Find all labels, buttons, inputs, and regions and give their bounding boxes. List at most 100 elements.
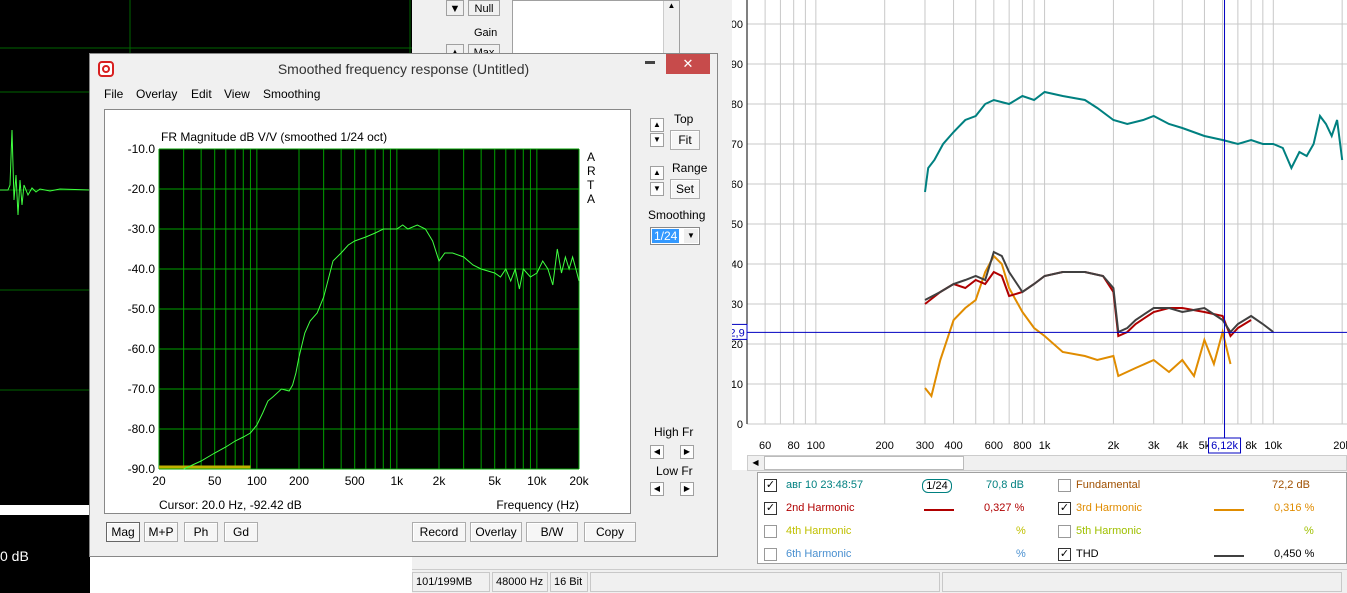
menu-smoothing[interactable]: Smoothing [263, 87, 320, 101]
menu-view[interactable]: View [224, 87, 250, 101]
x-tick-label: 10k [1264, 440, 1282, 452]
smoothed-fr-window: Smoothed frequency response (Untitled) ✕… [89, 53, 718, 557]
low-fr-left-arrow[interactable]: ◀ [650, 482, 664, 496]
y-tick-label: -70.0 [128, 382, 156, 396]
arta-letter: R [587, 164, 596, 178]
tab-mag-phase[interactable]: M+P [144, 522, 178, 542]
top-label: Top [674, 112, 694, 126]
x-tick-label: 500 [345, 474, 365, 488]
right-grid [747, 0, 1347, 425]
legend-checkbox[interactable] [764, 525, 777, 538]
scroll-thumb[interactable] [764, 456, 964, 470]
null-button[interactable]: Null [468, 0, 500, 16]
gain-label: Gain [474, 27, 498, 39]
minimize-icon[interactable]: ▬ [638, 56, 662, 72]
scroll-left-arrow[interactable]: ◀ [748, 456, 763, 470]
range-down-arrow[interactable]: ▼ [650, 182, 664, 196]
legend-checkbox[interactable] [1058, 525, 1071, 538]
x-tick-label: 10k [527, 474, 547, 488]
legend-line-swatch [924, 509, 954, 511]
smoothing-value: 1/24 [652, 229, 680, 243]
overlay-button[interactable]: Overlay [470, 522, 522, 542]
high-fr-right-arrow[interactable]: ▶ [680, 445, 694, 459]
legend-smoothing-badge[interactable]: 1/24 [922, 479, 952, 493]
legend-label: 4th Harmonic [786, 525, 852, 537]
y-tick-label: -90.0 [128, 462, 156, 476]
y-tick-label: 50 [732, 219, 743, 231]
legend-value: 0,327 % [984, 502, 1025, 514]
chart-scrollbar[interactable]: ◀ [747, 455, 1347, 471]
legend-row-thd: ✓ THD 0,450 % [1058, 546, 1328, 564]
legend-checkbox[interactable]: ✓ [764, 479, 777, 492]
legend-value: 0,316 % [1274, 502, 1315, 514]
legend-row-2nd: ✓ 2nd Harmonic 0,327 % [764, 500, 1034, 518]
y-tick-label: 90 [732, 59, 743, 71]
null-down-arrow[interactable]: ▼ [446, 0, 464, 16]
range-up-arrow[interactable]: ▲ [650, 166, 664, 180]
status-cell-empty [590, 572, 940, 592]
x-tick-label: 3k [1148, 440, 1160, 452]
arta-letter: A [587, 192, 595, 206]
y-tick-label: -20.0 [128, 182, 156, 196]
tab-phase[interactable]: Ph [184, 522, 218, 542]
y-tick-label: 0 [737, 419, 743, 431]
y-tick-label: 40 [732, 259, 743, 271]
cursor-readout: Cursor: 20.0 Hz, -92.42 dB [159, 498, 302, 512]
legend-line-swatch [1214, 509, 1244, 511]
tab-mag[interactable]: Mag [106, 522, 140, 542]
menu-edit[interactable]: Edit [191, 87, 212, 101]
legend-checkbox[interactable]: ✓ [764, 502, 777, 515]
legend-label: 6th Harmonic [786, 548, 852, 560]
y-tick-label: 70 [732, 139, 743, 151]
status-memory: 101/199MB [412, 572, 490, 592]
bw-button[interactable]: B/W [526, 522, 578, 542]
cursor-x-readout: 6,12k [1211, 440, 1238, 452]
list-box[interactable]: ▲ [512, 0, 680, 56]
status-bit-depth: 16 Bit [550, 572, 588, 592]
close-icon[interactable]: ✕ [666, 54, 710, 74]
window-titlebar[interactable]: Smoothed frequency response (Untitled) ✕… [90, 54, 717, 84]
menu-overlay[interactable]: Overlay [136, 87, 177, 101]
legend-label: 2nd Harmonic [786, 502, 855, 514]
set-button[interactable]: Set [670, 179, 700, 199]
cursor-y-readout: 22,9 [732, 327, 745, 339]
chart-title: FR Magnitude dB V/V (smoothed 1/24 oct) [161, 130, 387, 144]
x-tick-label: 20k [1333, 440, 1347, 452]
chevron-down-icon[interactable]: ▼ [684, 229, 698, 243]
x-tick-label: 800 [1013, 440, 1031, 452]
fr-plot-frame: FR Magnitude dB V/V (smoothed 1/24 oct) A… [104, 109, 631, 514]
x-tick-label: 80 [788, 440, 800, 452]
legend-checkbox[interactable]: ✓ [1058, 548, 1071, 561]
top-up-arrow[interactable]: ▲ [650, 118, 664, 132]
x-tick-label: 1k [1039, 440, 1051, 452]
y-tick-label: -50.0 [128, 302, 156, 316]
y-tick-label: 60 [732, 179, 743, 191]
legend-line-swatch [1214, 555, 1244, 557]
left-gap [0, 505, 90, 515]
x-tick-label: 2k [1108, 440, 1120, 452]
legend-value: 70,8 dB [986, 479, 1024, 491]
x-tick-label: 400 [944, 440, 962, 452]
legend-row-measurement: ✓ авг 10 23:48:57 1/24 70,8 dB [764, 477, 1034, 495]
y-tick-label: 10 [732, 379, 743, 391]
fit-button[interactable]: Fit [670, 130, 700, 150]
menu-file[interactable]: File [104, 87, 123, 101]
legend-checkbox[interactable]: ✓ [1058, 502, 1071, 515]
status-cell-empty-2 [942, 572, 1342, 592]
x-tick-label: 5k [488, 474, 502, 488]
legend-row-5th: 5th Harmonic % [1058, 523, 1328, 541]
high-fr-left-arrow[interactable]: ◀ [650, 445, 664, 459]
high-fr-label: High Fr [654, 425, 694, 439]
record-button[interactable]: Record [412, 522, 466, 542]
list-scrollbar[interactable]: ▲ [663, 1, 679, 56]
top-down-arrow[interactable]: ▼ [650, 133, 664, 147]
low-fr-right-arrow[interactable]: ▶ [680, 482, 694, 496]
smoothing-select[interactable]: 1/24 ▼ [650, 227, 700, 245]
tab-group-delay[interactable]: Gd [224, 522, 258, 542]
legend-checkbox[interactable] [764, 548, 777, 561]
menu-bar: File Overlay Edit View Smoothing [90, 84, 717, 106]
y-tick-label: 80 [732, 99, 743, 111]
low-fr-label: Low Fr [656, 464, 693, 478]
legend-checkbox[interactable] [1058, 479, 1071, 492]
copy-button[interactable]: Copy [584, 522, 636, 542]
